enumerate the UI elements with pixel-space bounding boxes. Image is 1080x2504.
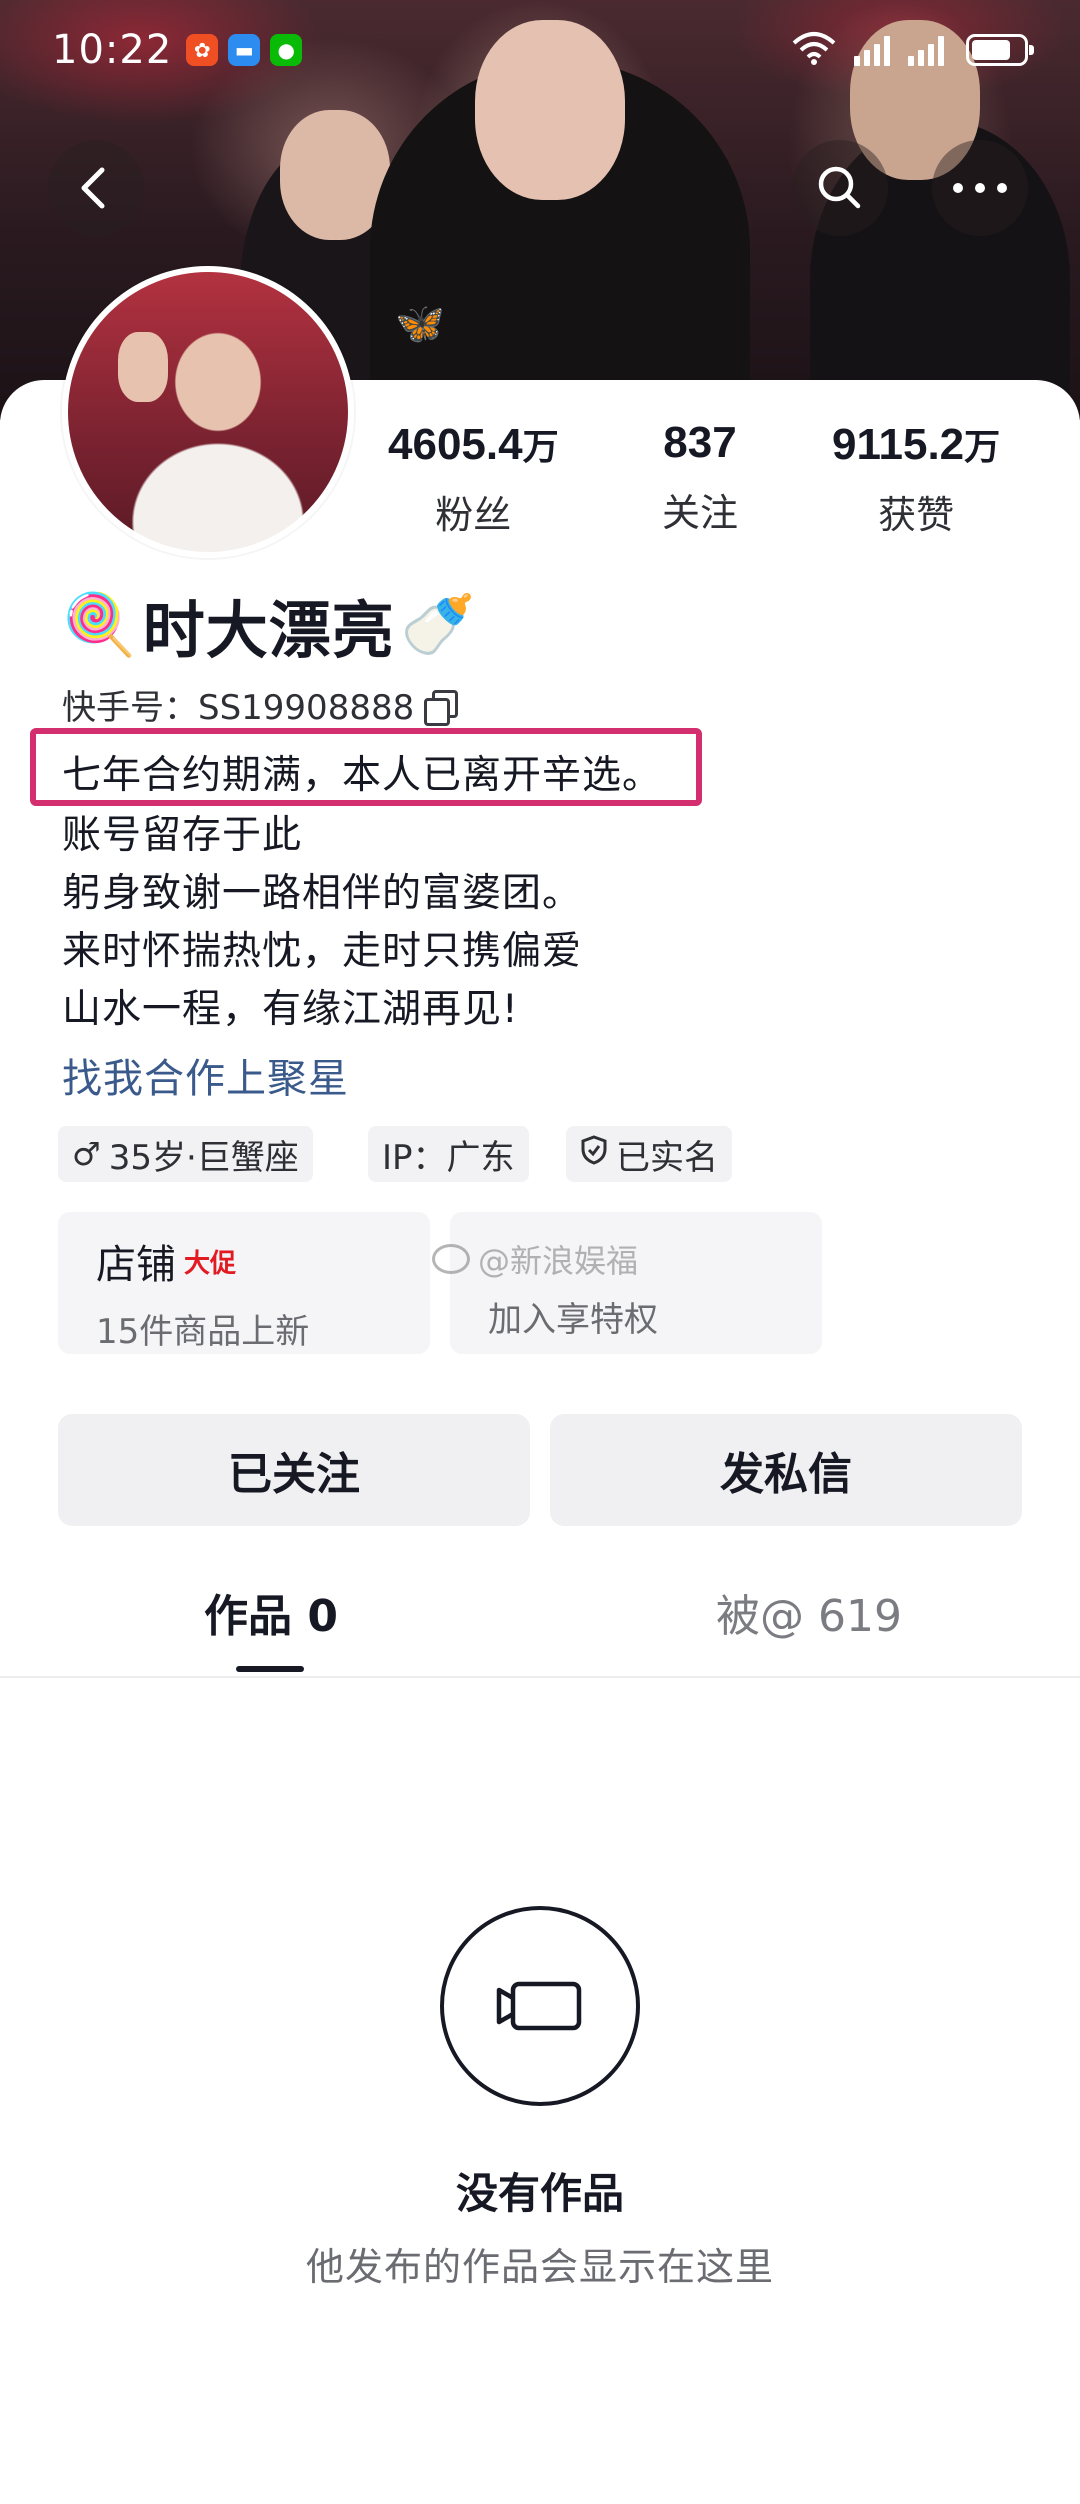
message-button[interactable]: 发私信 bbox=[550, 1414, 1022, 1526]
weibo-icon bbox=[432, 1244, 470, 1274]
tag-ip: IP：广东 bbox=[368, 1126, 529, 1182]
stat-label: 粉丝 bbox=[435, 493, 512, 537]
shop-tile[interactable]: 店铺 大促 15件商品上新 bbox=[58, 1212, 430, 1354]
profile-name-row: 🍭 时大漂亮 🍼 bbox=[62, 580, 475, 670]
chat-bubble-icon: ▬ bbox=[228, 34, 261, 66]
search-icon bbox=[818, 166, 861, 209]
shield-check-icon bbox=[580, 1135, 608, 1173]
empty-state-icon-circle bbox=[440, 1906, 640, 2106]
search-button[interactable] bbox=[792, 140, 888, 236]
bio-line: 山水一程，有缘江湖再见! bbox=[62, 987, 519, 1032]
bio-line: 躬身致谢一路相伴的富婆团。 bbox=[62, 871, 583, 916]
avatar[interactable] bbox=[62, 266, 354, 558]
tag-verified: 已实名 bbox=[566, 1126, 732, 1182]
wifi-icon bbox=[792, 31, 836, 69]
kuaishou-id: 快手号：SS19908888 bbox=[62, 680, 459, 729]
fan-group-subtitle: 加入享特权 bbox=[488, 1300, 658, 1340]
kuaishou-app-icon: ✿ bbox=[186, 34, 219, 66]
signal-icon bbox=[854, 34, 890, 66]
stat-followers[interactable]: 4605.4万 粉丝 bbox=[388, 418, 559, 539]
wechat-icon: ● bbox=[270, 34, 303, 66]
banner-person bbox=[370, 20, 750, 420]
stat-likes[interactable]: 9115.2万 获赞 bbox=[832, 418, 1000, 539]
shop-subtitle: 15件商品上新 bbox=[96, 1312, 310, 1352]
fan-group-tile[interactable]: 加入享特权 bbox=[450, 1212, 822, 1354]
promo-badge: 大促 bbox=[184, 1248, 237, 1279]
copy-icon[interactable] bbox=[424, 689, 459, 726]
empty-state-subtitle: 他发布的作品会显示在这里 bbox=[305, 2245, 774, 2289]
signal-icon bbox=[908, 34, 944, 66]
more-icon bbox=[953, 183, 1007, 193]
male-icon: ♂ bbox=[72, 1135, 101, 1173]
stat-label: 获赞 bbox=[878, 493, 955, 537]
bio-line: 账号留存于此 bbox=[62, 813, 303, 858]
back-button[interactable] bbox=[48, 140, 144, 236]
status-time: 10:22 bbox=[52, 27, 173, 73]
baby-bottle-emoji: 🍼 bbox=[400, 590, 476, 660]
lollipop-emoji: 🍭 bbox=[62, 590, 137, 660]
battery-icon bbox=[966, 34, 1034, 66]
profile-name: 时大漂亮 bbox=[142, 594, 395, 667]
tab-works[interactable]: 作品 0 bbox=[204, 1580, 338, 1644]
stat-following[interactable]: 837 关注 bbox=[662, 418, 738, 537]
weibo-watermark: @新浪娱福 bbox=[432, 1236, 638, 1282]
cooperation-link[interactable]: 找我合作上聚星 bbox=[62, 1046, 349, 1104]
following-button[interactable]: 已关注 bbox=[58, 1414, 530, 1526]
more-button[interactable] bbox=[932, 140, 1028, 236]
chevron-left-icon bbox=[81, 167, 105, 209]
stat-label: 关注 bbox=[662, 491, 739, 535]
status-bar: 10:22 ✿ ▬ ● bbox=[0, 0, 1080, 100]
shop-title: 店铺 bbox=[96, 1242, 176, 1288]
divider bbox=[0, 1676, 1080, 1678]
tab-indicator bbox=[236, 1666, 304, 1672]
tab-mentions[interactable]: 被@ 619 bbox=[716, 1580, 902, 1644]
bio-line: 七年合约期满，本人已离开辛选。 bbox=[62, 753, 663, 798]
empty-state-title: 没有作品 bbox=[455, 2169, 624, 2218]
tag-age: ♂ 35岁·巨蟹座 bbox=[58, 1126, 313, 1182]
video-camera-icon bbox=[496, 1981, 582, 2031]
butterfly-brooch: 🦋 bbox=[395, 301, 445, 347]
bio-line: 来时怀揣热忱，走时只携偏爱 bbox=[62, 929, 583, 974]
